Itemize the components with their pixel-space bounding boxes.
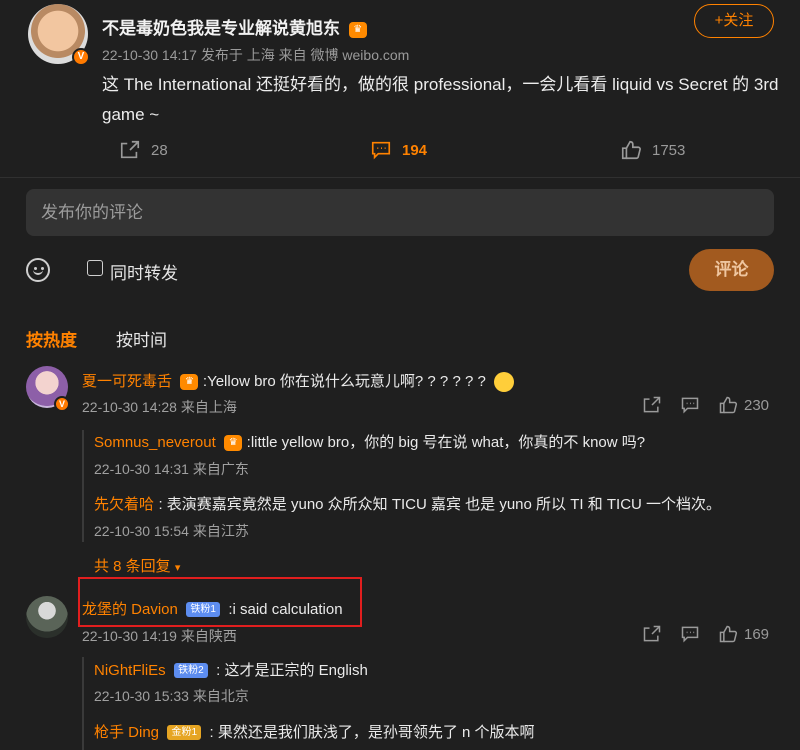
- reply-thread-line: [82, 657, 84, 750]
- comment-time: 22-10-30 14:28 来自上海: [82, 399, 237, 415]
- comment-author[interactable]: 夏一可死毒舌: [82, 373, 172, 390]
- reply-item: Somnus_neverout ♛ :little yellow bro，你的 …: [94, 431, 645, 452]
- reply-author[interactable]: 先欠着哈: [94, 496, 154, 513]
- share-icon[interactable]: [642, 624, 662, 644]
- reply-text: :little yellow bro，你的 big 号在说 what，你真的不 …: [246, 434, 646, 451]
- comment-actions: 230: [642, 395, 769, 415]
- comment-like-count: 169: [744, 625, 770, 643]
- reply-text: : 这才是正宗的 English: [216, 662, 368, 679]
- share-icon[interactable]: [642, 395, 662, 415]
- reply-thread-line: [82, 430, 84, 542]
- reply-item: NiGhtFliEs 铁粉2 : 这才是正宗的 English: [94, 659, 368, 680]
- reply-author[interactable]: NiGhtFliEs: [94, 662, 166, 679]
- reply-time: 22-10-30 15:54 来自江苏: [94, 523, 249, 539]
- comment-icon: [371, 141, 391, 160]
- more-replies-label[interactable]: 共 8 条回复: [94, 558, 171, 575]
- reply-author[interactable]: Somnus_neverout: [94, 434, 216, 451]
- submit-comment-button[interactable]: 评论: [689, 249, 774, 291]
- more-replies-link[interactable]: 共 8 条回复 ▾: [94, 555, 180, 576]
- smile-emoji-icon: [494, 371, 515, 392]
- crown-icon: ♛: [348, 21, 367, 38]
- comment-text: :i said calculation: [228, 601, 343, 618]
- comment-like-button[interactable]: 169: [718, 624, 769, 644]
- like-icon: [719, 625, 738, 643]
- emoji-icon[interactable]: [26, 258, 50, 282]
- comment-count: 194: [402, 141, 428, 159]
- reply-item: 枪手 Ding 金粉1 : 果然还是我们肤浅了，是孙哥领先了 n 个版本啊: [94, 721, 535, 742]
- divider: [0, 177, 800, 178]
- crown-icon: ♛: [224, 434, 243, 451]
- repost-checkbox[interactable]: [87, 260, 103, 276]
- fan-badge: 金粉1: [167, 725, 202, 741]
- comment-header: 龙堡的 Davion 铁粉1 :i said calculation: [82, 598, 343, 619]
- comment-like-count: 230: [744, 396, 770, 414]
- comment-input[interactable]: 发布你的评论: [26, 189, 774, 236]
- repost-checkbox-label[interactable]: 同时转发: [110, 259, 178, 284]
- like-button[interactable]: 1753: [620, 138, 685, 162]
- reply-icon[interactable]: [680, 395, 700, 415]
- poster-name-text[interactable]: 不是毒奶色我是专业解说黄旭东: [102, 19, 340, 38]
- comment-like-button[interactable]: 230: [718, 395, 769, 415]
- post-meta: 22-10-30 14:17 发布于 上海 来自 微博 weibo.com: [102, 47, 410, 63]
- comment-header: 夏一可死毒舌 ♛ :Yellow bro 你在说什么玩意儿啊? ? ? ? ? …: [82, 370, 515, 392]
- like-icon: [621, 140, 641, 160]
- comment-avatar[interactable]: [26, 596, 68, 638]
- fan-badge: 铁粉1: [186, 602, 220, 618]
- reply-time: 22-10-30 14:31 来自广东: [94, 461, 249, 477]
- reply-icon[interactable]: [680, 624, 700, 644]
- tab-hot[interactable]: 按热度: [26, 326, 77, 351]
- verified-icon: V: [72, 48, 90, 66]
- like-icon: [719, 396, 738, 414]
- like-count: 1753: [652, 141, 686, 159]
- follow-button[interactable]: +关注: [694, 4, 774, 38]
- crown-icon: ♛: [180, 373, 199, 390]
- fan-badge: 铁粉2: [174, 663, 208, 679]
- repost-icon: [120, 140, 140, 159]
- reply-item: 先欠着哈 : 表演赛嘉宾竟然是 yuno 众所众知 TICU 嘉宾 也是 yun…: [94, 493, 721, 514]
- repost-button[interactable]: 28: [119, 138, 168, 162]
- reply-text: : 果然还是我们肤浅了，是孙哥领先了 n 个版本啊: [209, 724, 535, 741]
- comment-author[interactable]: 龙堡的 Davion: [82, 601, 178, 618]
- reply-time: 22-10-30 15:33 来自北京: [94, 688, 249, 704]
- reply-author[interactable]: 枪手 Ding: [94, 724, 159, 741]
- comment-button[interactable]: 194: [370, 138, 427, 162]
- reply-text: : 表演赛嘉宾竟然是 yuno 众所众知 TICU 嘉宾 也是 yuno 所以 …: [158, 496, 722, 513]
- comment-actions: 169: [642, 624, 769, 644]
- post-text: 这 The International 还挺好看的，做的很 profession…: [102, 75, 779, 124]
- comment-time: 22-10-30 14:19 来自陕西: [82, 628, 237, 644]
- verified-icon: V: [54, 396, 70, 412]
- chevron-down-icon: ▾: [174, 562, 181, 574]
- repost-count: 28: [151, 141, 168, 159]
- comment-text: :Yellow bro 你在说什么玩意儿啊? ? ? ? ? ?: [202, 373, 486, 390]
- tab-time[interactable]: 按时间: [116, 326, 167, 351]
- poster-name[interactable]: 不是毒奶色我是专业解说黄旭东 ♛: [102, 14, 367, 39]
